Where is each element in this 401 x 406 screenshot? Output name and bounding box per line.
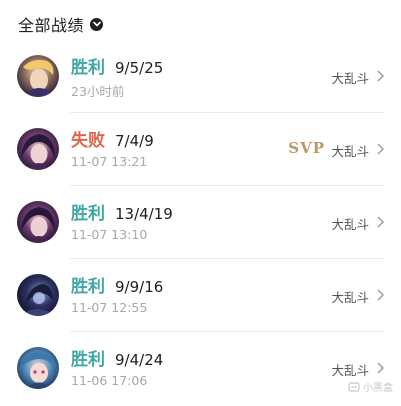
match-result: 胜利 [71,204,105,224]
match-row[interactable]: 胜利 13/4/19 11-07 13:10 大乱斗 [0,186,401,259]
match-list: 胜利 9/5/25 23小时前 大乱斗 失败 7/4/9 11-07 13:21… [0,40,401,405]
game-mode: 大乱斗 [331,217,369,232]
match-kda: 9/5/25 [115,59,164,77]
chevron-down-icon [90,17,104,31]
match-result: 失败 [71,131,105,151]
champion-avatar [17,274,59,316]
game-mode: 大乱斗 [331,144,369,159]
match-row[interactable]: 失败 7/4/9 11-07 13:21 SVP 大乱斗 [0,113,401,186]
match-row[interactable]: 胜利 9/5/25 23小时前 大乱斗 [0,40,401,113]
svp-badge: SVP [288,139,325,157]
watermark-text: 小黑盒 [363,383,393,394]
game-mode: 大乱斗 [331,363,369,378]
chevron-right-icon [377,143,384,155]
match-result: 胜利 [71,277,105,297]
chevron-right-icon [377,362,384,374]
champion-avatar [17,201,59,243]
match-kda: 7/4/9 [115,132,154,150]
heybox-logo-icon [348,381,360,392]
match-time: 11-07 13:10 [71,227,148,242]
watermark: 小黑盒 [348,379,393,394]
chevron-right-icon [377,70,384,82]
chevron-right-icon [377,289,384,301]
match-row[interactable]: 胜利 9/4/24 11-06 17:06 大乱斗 [0,332,401,405]
match-kda: 9/4/24 [115,351,164,369]
champion-avatar [17,55,59,97]
game-mode: 大乱斗 [331,71,369,86]
match-result: 胜利 [71,58,105,78]
champion-avatar [17,347,59,389]
match-time: 11-07 13:21 [71,154,148,169]
match-row[interactable]: 胜利 9/9/16 11-07 12:55 大乱斗 [0,259,401,332]
game-mode: 大乱斗 [331,290,369,305]
match-kda: 13/4/19 [115,205,173,223]
page-title: 全部战绩 [18,16,85,35]
match-time: 11-06 17:06 [71,373,148,388]
match-result: 胜利 [71,350,105,370]
champion-avatar [17,128,59,170]
match-kda: 9/9/16 [115,278,164,296]
match-time: 23小时前 [71,84,125,99]
match-time: 11-07 12:55 [71,300,148,315]
chevron-right-icon [377,216,384,228]
filter-dropdown[interactable]: 全部战绩 [18,12,104,36]
